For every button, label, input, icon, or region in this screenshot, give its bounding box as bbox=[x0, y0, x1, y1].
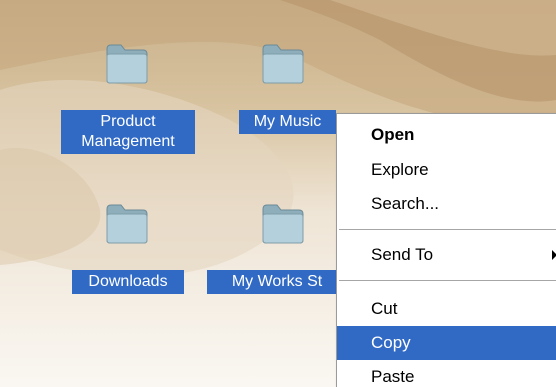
menu-item-paste[interactable]: Paste bbox=[337, 360, 556, 387]
menu-item-label: Send To bbox=[371, 245, 434, 264]
menu-item-cut[interactable]: Cut bbox=[337, 292, 556, 326]
desktop[interactable]: Product Management My Music Downloads My… bbox=[0, 0, 556, 387]
context-menu: Open Explore Search... Send To Cut Copy … bbox=[336, 113, 556, 387]
menu-item-search[interactable]: Search... bbox=[337, 187, 556, 221]
menu-item-open[interactable]: Open bbox=[337, 118, 556, 152]
folder-icon bbox=[262, 44, 304, 84]
folder-icon bbox=[106, 204, 148, 244]
desktop-icon-label: Product Management bbox=[61, 110, 195, 154]
desktop-icon-label: Downloads bbox=[72, 270, 184, 294]
folder-icon bbox=[262, 204, 304, 244]
menu-item-copy[interactable]: Copy bbox=[337, 326, 556, 360]
menu-separator bbox=[339, 280, 556, 281]
folder-icon bbox=[106, 44, 148, 84]
submenu-arrow-icon bbox=[552, 250, 556, 260]
menu-separator bbox=[339, 229, 556, 230]
menu-item-send-to[interactable]: Send To bbox=[337, 238, 556, 272]
desktop-icon-label: My Music bbox=[239, 110, 336, 134]
desktop-icon-label: My Works St bbox=[207, 270, 347, 294]
menu-item-explore[interactable]: Explore bbox=[337, 153, 556, 187]
